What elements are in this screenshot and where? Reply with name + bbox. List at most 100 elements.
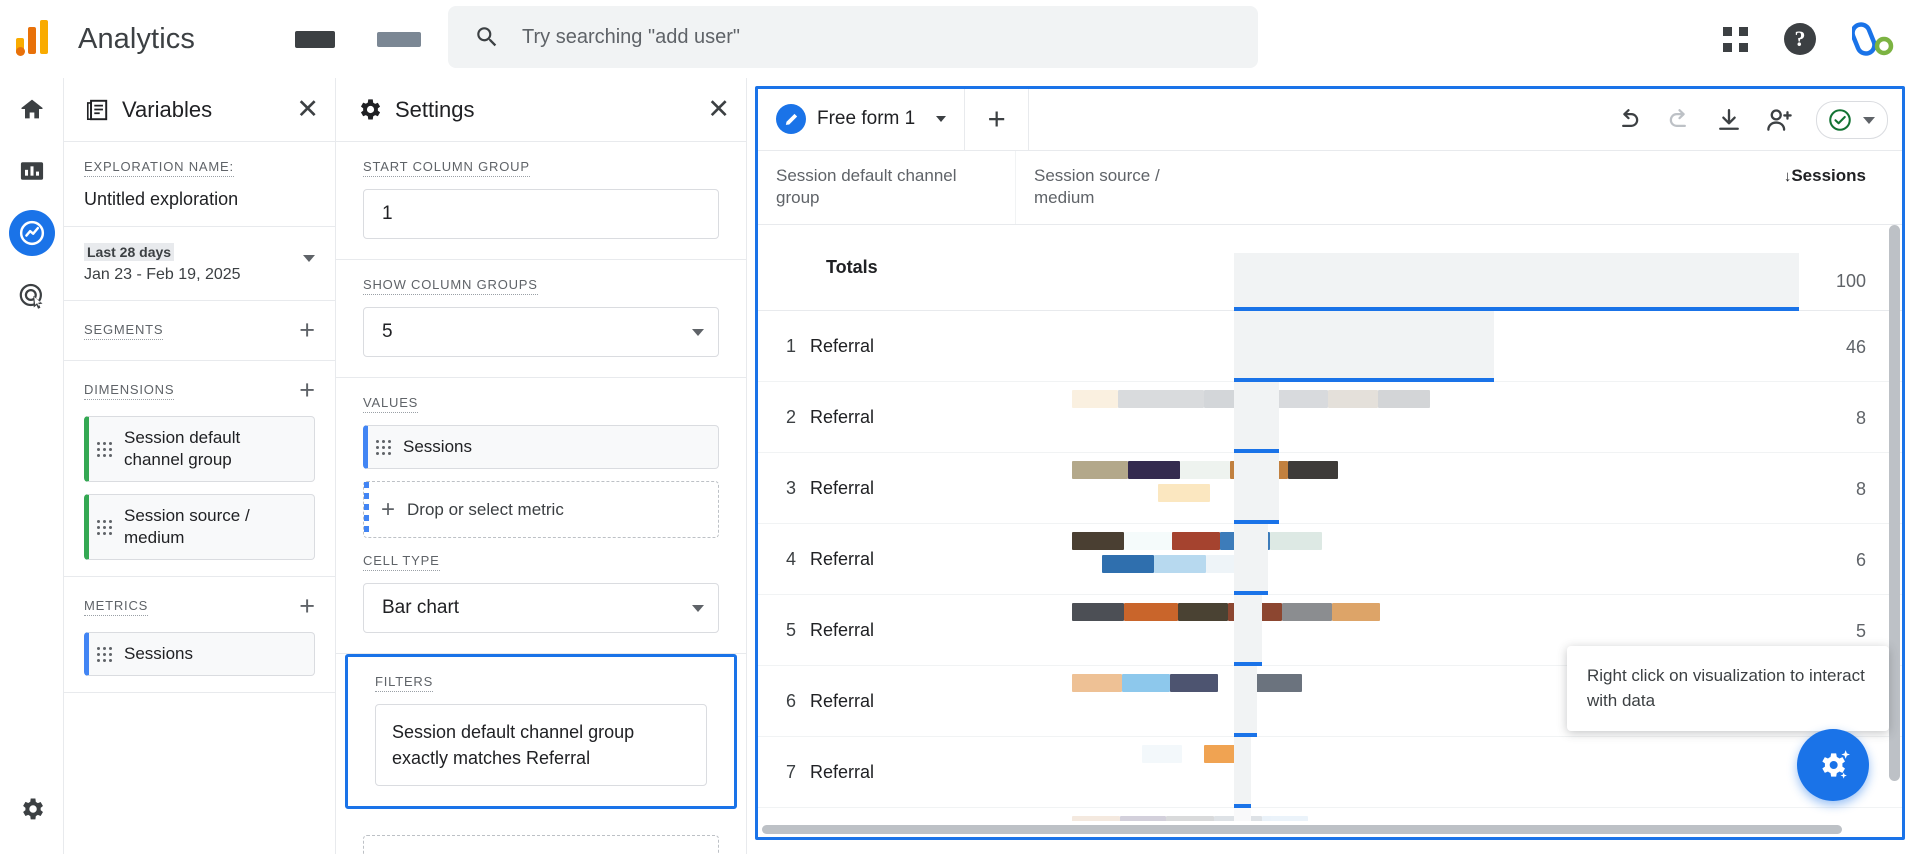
- value-chip-sessions[interactable]: Sessions: [363, 425, 719, 470]
- plus-icon: +: [374, 848, 388, 854]
- table-row[interactable]: 3 Referral 8: [758, 453, 1902, 524]
- exploration-name-input[interactable]: Untitled exploration: [84, 189, 315, 210]
- values-caption: VALUES: [363, 395, 419, 413]
- bar-background: [1234, 524, 1268, 594]
- table-row[interactable]: 2 Referral 8: [758, 382, 1902, 453]
- add-person-icon: [1767, 108, 1792, 131]
- redacted-value-block: [1042, 555, 1102, 573]
- cell-type-section: CELL TYPE Bar chart: [336, 542, 746, 655]
- vertical-scrollbar-thumb[interactable]: [1889, 225, 1900, 781]
- column-header-dim1[interactable]: Session default channel group: [758, 151, 1016, 224]
- close-settings-button[interactable]: ✕: [707, 96, 730, 123]
- sidebar-item-advertising[interactable]: [0, 264, 64, 326]
- insights-sparkle-gear-icon: [1822, 750, 1850, 779]
- metric-label: Sessions: [124, 644, 193, 664]
- cell-sessions-value: 8: [1855, 408, 1866, 428]
- redacted-value-block: [1158, 484, 1210, 502]
- column-header-dim2[interactable]: Session source / medium: [1016, 151, 1234, 224]
- help-icon[interactable]: ?: [1784, 23, 1816, 55]
- cell-dim2[interactable]: [1016, 595, 1380, 665]
- filters-caption: FILTERS: [375, 674, 434, 693]
- check-circle-icon: [1829, 109, 1851, 131]
- add-dimension-button[interactable]: +: [299, 377, 315, 404]
- bar-background: [1234, 595, 1263, 665]
- add-tab-button[interactable]: +: [965, 89, 1030, 150]
- cell-dim2[interactable]: [1016, 382, 1430, 452]
- table-row[interactable]: 7Referral3: [758, 737, 1902, 808]
- cell-sessions-value: 46: [1845, 337, 1866, 357]
- drag-handle-icon[interactable]: [97, 441, 112, 457]
- sidebar-item-explore[interactable]: [0, 202, 64, 264]
- filter-chip-session-default-channel-group[interactable]: Session default channel group exactly ma…: [375, 704, 707, 787]
- analytics-logo-icon: [14, 16, 60, 62]
- undo-button[interactable]: [1615, 106, 1643, 134]
- cell-sessions-bar[interactable]: 46: [1234, 311, 1902, 382]
- vertical-scrollbar[interactable]: [1889, 225, 1900, 821]
- show-column-groups-select[interactable]: 5: [363, 307, 719, 357]
- download-button[interactable]: [1715, 106, 1743, 134]
- redacted-value-block: [1154, 555, 1206, 573]
- drop-or-select-metric-slot[interactable]: + Drop or select metric: [363, 481, 719, 539]
- cell-dim2[interactable]: [1016, 524, 1322, 594]
- row-index: 3: [785, 477, 796, 498]
- search-input[interactable]: [522, 25, 1222, 49]
- dimension-chip-session-default-channel-group[interactable]: Session default channel group: [84, 416, 315, 483]
- row-index: 6: [785, 690, 796, 711]
- close-variables-button[interactable]: ✕: [296, 96, 319, 123]
- cell-dim2[interactable]: [1016, 666, 1302, 736]
- free-form-table: Session default channel group Session so…: [758, 151, 1902, 837]
- horizontal-scrollbar[interactable]: [758, 821, 1902, 837]
- share-button[interactable]: [1765, 106, 1794, 135]
- cell-dim1[interactable]: Referral: [810, 336, 1016, 357]
- add-segment-button[interactable]: +: [299, 317, 315, 344]
- dimensions-section: DIMENSIONS + Session default channel gro…: [64, 361, 335, 578]
- sharing-status-button[interactable]: [1816, 101, 1888, 139]
- show-column-groups-section: SHOW COLUMN GROUPS 5: [336, 260, 746, 378]
- cell-dim2[interactable]: [1016, 453, 1338, 523]
- drag-handle-icon[interactable]: [97, 519, 112, 535]
- interaction-hint-tooltip: Right click on visualization to interact…: [1567, 646, 1889, 732]
- add-metric-button[interactable]: +: [299, 593, 315, 620]
- date-range-selector[interactable]: Last 28 days Jan 23 - Feb 19, 2025: [64, 227, 335, 301]
- cell-dim2[interactable]: [1016, 737, 1244, 807]
- horizontal-scrollbar-thumb[interactable]: [762, 825, 1842, 834]
- cell-dim1[interactable]: Referral: [810, 691, 1016, 712]
- bar-background: [1234, 253, 1799, 310]
- exploration-canvas: Free form 1 + Session default channel gr…: [755, 86, 1905, 840]
- column-header-sessions[interactable]: ↓Sessions: [1234, 151, 1902, 224]
- tab-free-form-1[interactable]: Free form 1: [758, 89, 966, 150]
- cell-dim1[interactable]: Referral: [810, 620, 1016, 641]
- cell-dim1[interactable]: Referral: [810, 478, 1016, 499]
- variables-icon: [86, 99, 108, 120]
- cell-sessions-bar[interactable]: 6: [1234, 524, 1902, 595]
- drag-handle-icon[interactable]: [376, 439, 391, 455]
- cell-sessions-bar[interactable]: 8: [1234, 382, 1902, 453]
- bar-background: [1234, 453, 1280, 523]
- home-icon: [21, 99, 43, 119]
- drag-handle-icon[interactable]: [97, 646, 112, 662]
- sidebar-item-home[interactable]: [0, 78, 64, 140]
- drop-or-select-dimension-or-metric-slot[interactable]: + Drop or select dimension or metric: [363, 835, 719, 854]
- metric-chip-sessions[interactable]: Sessions: [84, 632, 315, 677]
- sidebar-item-admin[interactable]: [0, 778, 64, 840]
- segments-section: SEGMENTS +: [64, 301, 335, 361]
- global-search[interactable]: [448, 6, 1258, 68]
- sidebar-item-reports[interactable]: [0, 140, 64, 202]
- redo-button[interactable]: [1665, 106, 1693, 134]
- start-column-group-input[interactable]: 1: [363, 189, 719, 239]
- chevron-down-icon[interactable]: [936, 116, 947, 122]
- filter-drop-section: + Drop or select dimension or metric: [336, 809, 746, 854]
- table-row[interactable]: 4 Referral 6: [758, 524, 1902, 595]
- cell-dim1[interactable]: Referral: [810, 762, 1016, 783]
- cell-sessions-bar[interactable]: 8: [1234, 453, 1902, 524]
- cell-dim1[interactable]: Referral: [810, 549, 1016, 570]
- account-avatar[interactable]: [1852, 19, 1896, 59]
- cell-dim2[interactable]: [1016, 311, 1234, 381]
- search-icon: [477, 27, 497, 47]
- cell-dim1[interactable]: Referral: [810, 407, 1016, 428]
- table-row[interactable]: 1 Referral 46: [758, 311, 1902, 382]
- apps-grid-icon[interactable]: [1723, 26, 1748, 52]
- cell-type-select[interactable]: Bar chart: [363, 583, 719, 634]
- dimension-chip-session-source-medium[interactable]: Session source / medium: [84, 494, 315, 561]
- insights-fab[interactable]: [1797, 729, 1869, 801]
